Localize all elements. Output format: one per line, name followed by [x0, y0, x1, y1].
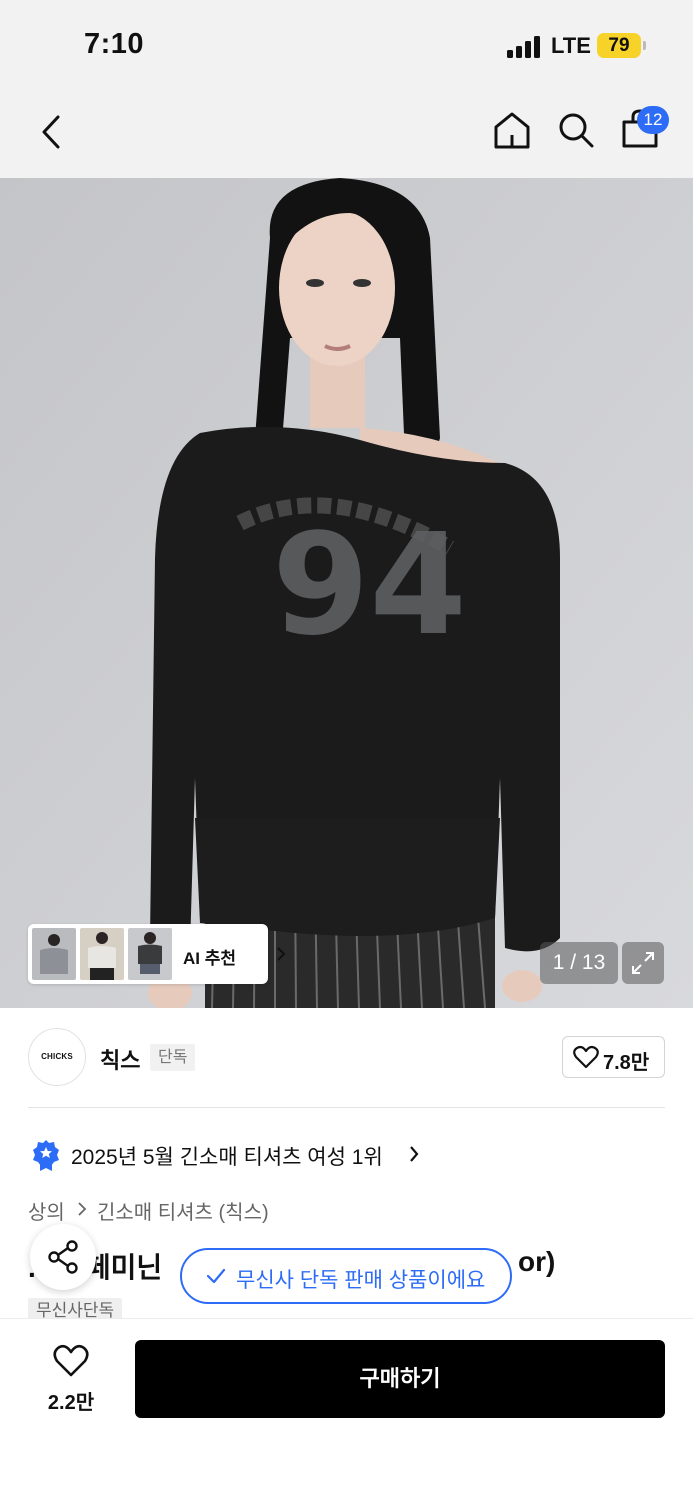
ai-recommend-chip[interactable]: AI 추천 — [28, 924, 286, 984]
cart-count-badge: 12 — [637, 106, 669, 134]
divider — [28, 1107, 665, 1108]
chevron-right-icon — [78, 1202, 87, 1216]
product-image[interactable]: 94 — [0, 178, 693, 1008]
wishlist-count: 2.2만 — [47, 1392, 95, 1414]
ranking-text[interactable]: 2025년 5월 긴소매 티셔츠 여성 1위 — [71, 1141, 383, 1171]
network-label: LTE — [551, 33, 591, 58]
expand-icon — [632, 952, 654, 974]
ai-thumbnail — [32, 928, 76, 980]
brand-like-count: 7.8만 — [603, 1052, 650, 1074]
breadcrumb-subcategory[interactable]: 긴소매 티셔츠 (칙스) — [97, 1196, 269, 1225]
back-icon[interactable] — [38, 114, 64, 150]
ai-thumbnail — [80, 928, 124, 980]
buy-button[interactable]: 구매하기 — [135, 1340, 665, 1418]
ranking-badge-icon — [33, 1140, 59, 1171]
svg-text:94: 94 — [272, 504, 467, 667]
exclusive-toast: 무신사 단독 판매 상품이에요 — [180, 1248, 512, 1304]
status-bar: 7:10 LTE 79 — [0, 0, 693, 90]
top-nav — [0, 90, 693, 178]
battery-icon: 79 — [597, 33, 641, 58]
ai-recommend-label: AI 추천 — [183, 949, 237, 968]
chevron-right-icon — [410, 1146, 419, 1162]
check-icon — [206, 1268, 226, 1284]
home-icon[interactable] — [492, 110, 532, 150]
wishlist-button[interactable]: 2.2만 — [28, 1340, 114, 1420]
share-icon — [48, 1240, 78, 1274]
ai-thumbnail — [128, 928, 172, 980]
status-time: 7:10 — [84, 28, 145, 60]
product-title-right: or) — [518, 1246, 556, 1277]
brand-logo[interactable]: CHICKS — [28, 1028, 86, 1086]
model-photo: 94 — [0, 178, 693, 1008]
chevron-right-icon — [277, 947, 286, 961]
brand-exclusive-tag: 단독 — [150, 1044, 196, 1071]
battery-tip — [643, 41, 646, 50]
heart-icon — [573, 1045, 599, 1069]
brand-like-button[interactable]: 7.8만 — [562, 1036, 665, 1078]
expand-button[interactable] — [622, 942, 664, 984]
brand-name[interactable]: 칙스 — [100, 1043, 140, 1075]
breadcrumb-category[interactable]: 상의 — [28, 1196, 65, 1225]
image-counter: 1 / 13 — [540, 942, 618, 984]
heart-icon — [53, 1344, 89, 1377]
search-icon[interactable] — [556, 110, 596, 150]
toast-text: 무신사 단독 판매 상품이에요 — [236, 1269, 486, 1292]
share-button[interactable] — [30, 1224, 96, 1290]
signal-icon — [507, 36, 543, 58]
